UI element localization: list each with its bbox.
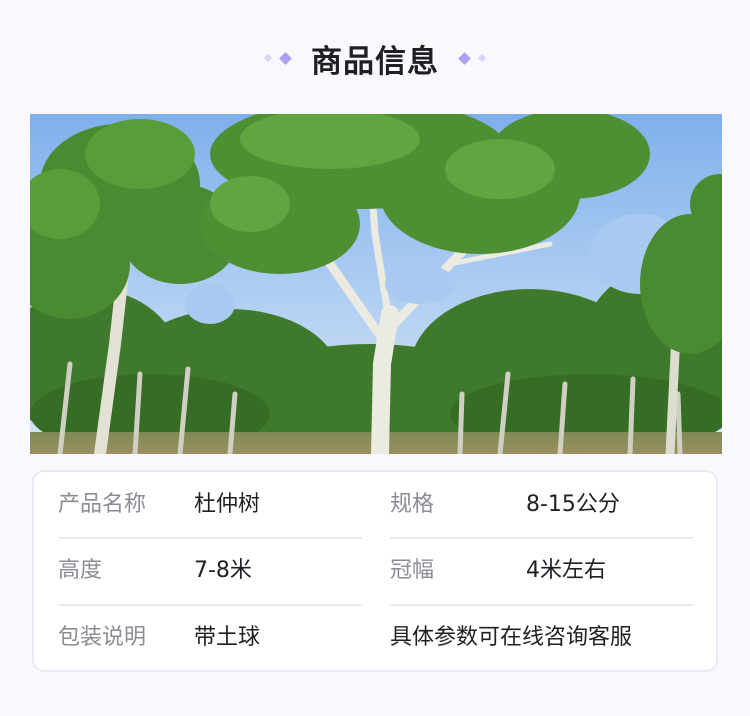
row-divider — [390, 604, 694, 606]
product-name-label: 产品名称 — [58, 492, 147, 517]
crown-width-label: 冠幅 — [390, 558, 435, 583]
product-name-value: 杜仲树 — [194, 492, 261, 517]
consult-note: 具体参数可在线咨询客服 — [390, 625, 633, 650]
section-title: 商品信息 — [311, 43, 439, 80]
diamond-decoration-icon — [458, 51, 471, 65]
row-divider — [58, 604, 362, 606]
height-value: 7-8米 — [194, 558, 252, 583]
row-divider — [58, 537, 362, 539]
packaging-value: 带土球 — [194, 625, 261, 650]
height-label: 高度 — [58, 558, 103, 583]
size-spec-label: 规格 — [390, 492, 435, 517]
diamond-decoration-icon — [477, 53, 487, 63]
spec-card: 产品名称 杜仲树 规格 8-15公分 高度 7-8米 冠幅 4米左右 包装说明 … — [32, 470, 718, 672]
product-photo — [30, 114, 722, 454]
packaging-label: 包装说明 — [58, 625, 147, 650]
diamond-decoration-icon — [263, 53, 273, 63]
crown-width-value: 4米左右 — [526, 558, 606, 583]
size-spec-value: 8-15公分 — [526, 492, 620, 517]
row-divider — [390, 537, 694, 539]
diamond-decoration-icon — [279, 51, 292, 65]
section-header: 商品信息 — [0, 30, 750, 86]
